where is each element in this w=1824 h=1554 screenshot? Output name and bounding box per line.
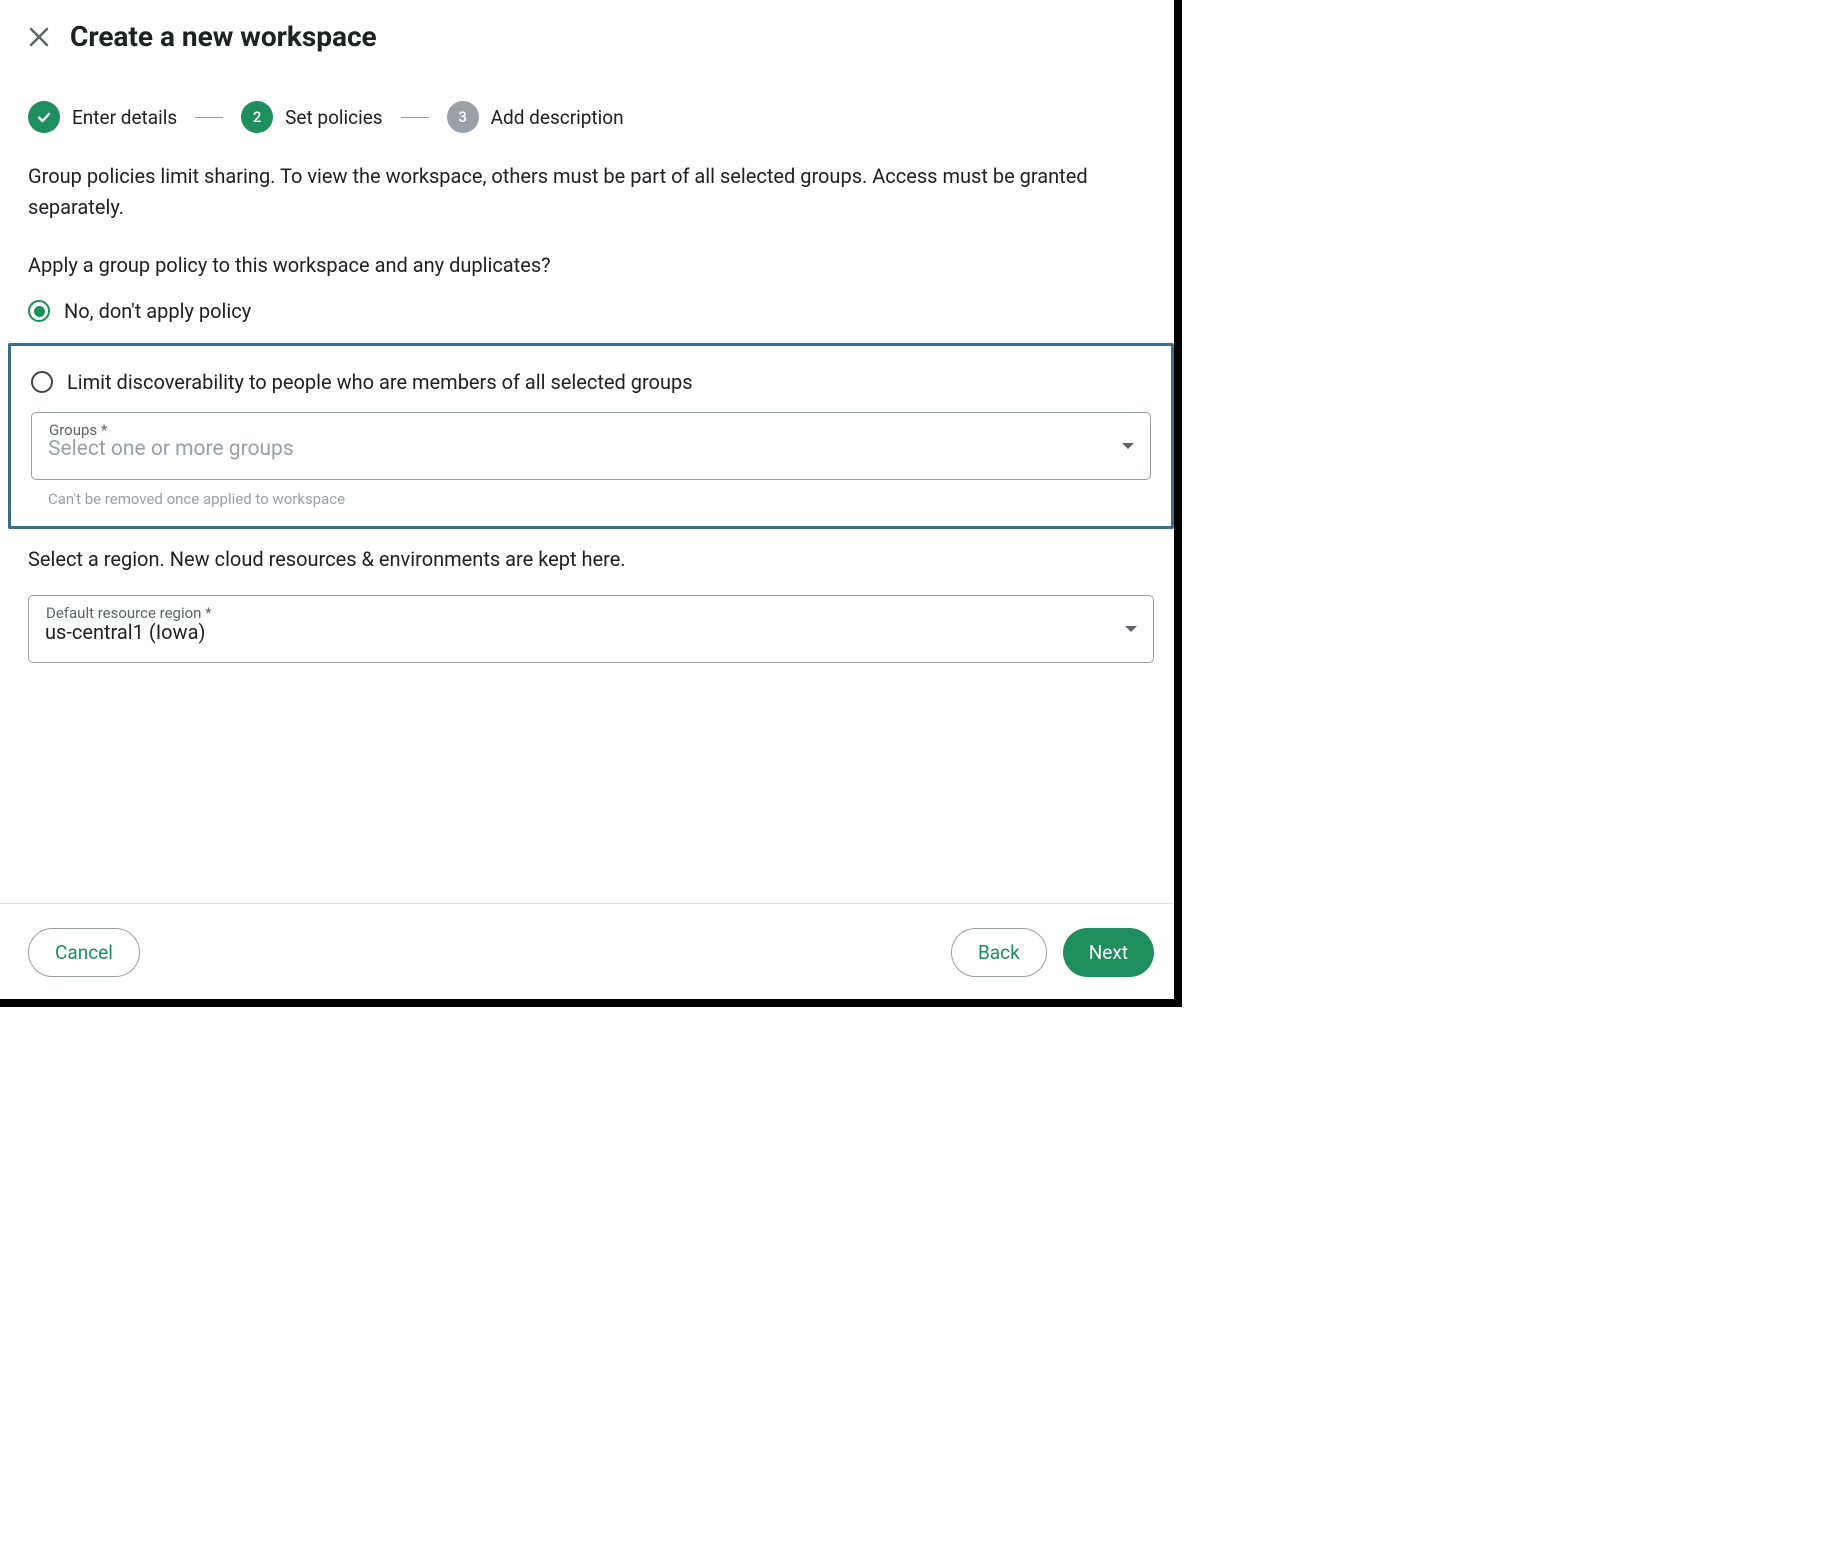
- footer: Cancel Back Next: [0, 903, 1182, 1007]
- region-value: us-central1 (Iowa): [45, 620, 205, 644]
- radio-label: No, don't apply policy: [64, 299, 251, 323]
- step-label: Enter details: [72, 106, 177, 129]
- radio-label: Limit discoverability to people who are …: [67, 370, 693, 394]
- cancel-button[interactable]: Cancel: [28, 928, 140, 977]
- decorative-shadow: [1174, 0, 1182, 1007]
- groups-select[interactable]: Groups * Select one or more groups: [31, 412, 1151, 480]
- policy-question: Apply a group policy to this workspace a…: [28, 253, 1154, 277]
- region-description: Select a region. New cloud resources & e…: [28, 547, 1154, 571]
- step-number-badge: 2: [241, 101, 273, 133]
- region-field-label: Default resource region *: [46, 604, 212, 622]
- step-enter-details[interactable]: Enter details: [28, 101, 177, 133]
- step-label: Add description: [491, 106, 624, 129]
- step-add-description[interactable]: 3 Add description: [447, 101, 624, 133]
- step-set-policies[interactable]: 2 Set policies: [241, 101, 382, 133]
- radio-icon: [28, 300, 50, 322]
- radio-option-limit[interactable]: Limit discoverability to people who are …: [31, 370, 1151, 394]
- step-connector: [401, 117, 429, 118]
- chevron-down-icon: [1122, 443, 1134, 449]
- groups-field-label: Groups *: [49, 421, 107, 439]
- back-button[interactable]: Back: [951, 928, 1047, 977]
- radio-option-no-policy[interactable]: No, don't apply policy: [28, 299, 1154, 323]
- groups-helper-text: Can't be removed once applied to workspa…: [48, 490, 1151, 508]
- step-number-badge: 3: [447, 101, 479, 133]
- step-label: Set policies: [285, 106, 382, 129]
- limit-option-highlight: Limit discoverability to people who are …: [8, 343, 1174, 529]
- region-select[interactable]: Default resource region * us-central1 (I…: [28, 595, 1154, 663]
- chevron-down-icon: [1125, 626, 1137, 632]
- stepper: Enter details 2 Set policies 3 Add descr…: [0, 65, 1182, 161]
- groups-placeholder: Select one or more groups: [48, 437, 294, 461]
- page-title: Create a new workspace: [70, 20, 377, 53]
- step-connector: [195, 117, 223, 118]
- check-icon: [28, 101, 60, 133]
- next-button[interactable]: Next: [1063, 928, 1154, 977]
- radio-icon: [31, 371, 53, 393]
- policy-description: Group policies limit sharing. To view th…: [28, 161, 1154, 223]
- close-icon[interactable]: [28, 26, 50, 48]
- decorative-shadow: [0, 999, 1182, 1007]
